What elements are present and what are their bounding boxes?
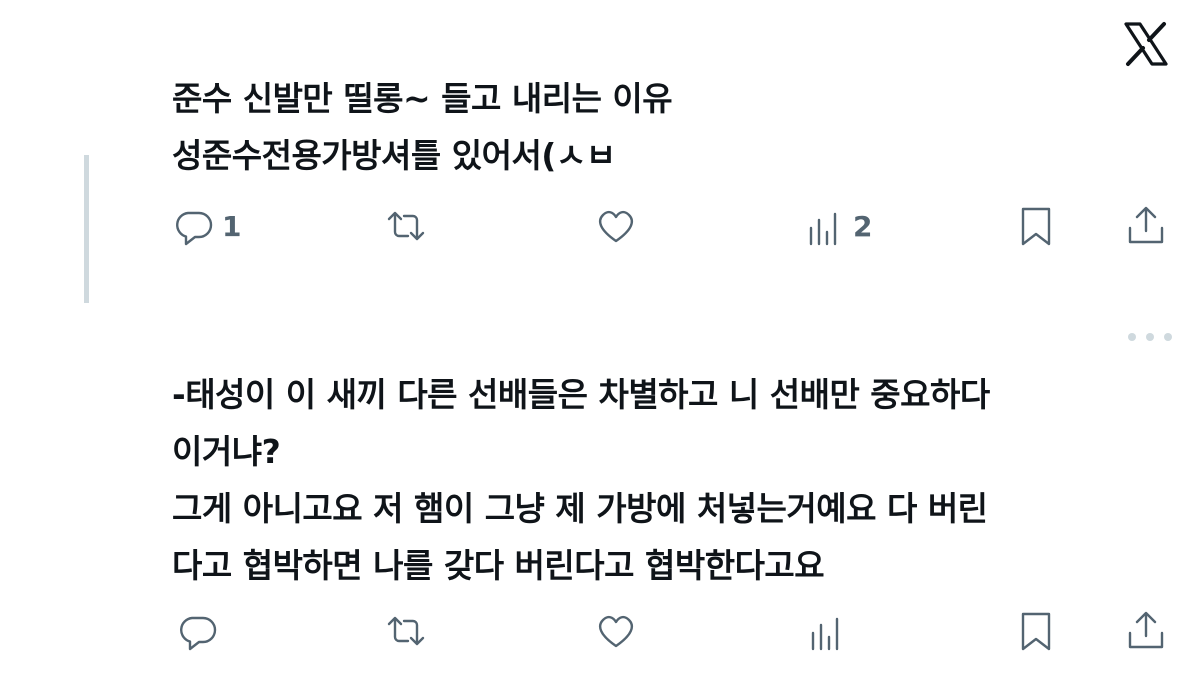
retweet-button[interactable] [384,204,428,248]
like-button[interactable] [594,609,638,653]
bookmark-icon [1021,612,1051,651]
like-button[interactable] [594,204,638,248]
views-icon [809,212,837,246]
reply-button[interactable]: 1 [172,204,241,248]
tweet-text: 준수 신발만 띨롱~ 들고 내리는 이유 성준수전용가방셔틀 있어서(ㅅㅂ [172,79,673,175]
bookmark-button[interactable] [1015,609,1059,653]
more-options-icon[interactable] [1128,326,1172,348]
x-logo-icon[interactable] [1122,20,1170,68]
views-button[interactable] [805,609,849,653]
bookmark-button[interactable] [1015,204,1059,248]
reply-button[interactable] [176,609,220,653]
retweet-button[interactable] [384,609,428,653]
heart-icon [599,210,633,243]
share-icon [1128,206,1164,244]
bookmark-icon [1021,207,1051,246]
views-icon [811,617,839,651]
retweet-icon [387,616,425,646]
reply-count: 1 [222,209,242,243]
heart-icon [599,615,633,648]
reply-icon [176,211,213,246]
tweet-text: -태성이 이 새끼 다른 선배들은 차별하고 니 선배만 중요하다 이거냐? 그… [172,375,990,585]
share-button[interactable] [1124,204,1168,248]
share-button[interactable] [1124,609,1168,653]
retweet-icon [387,211,425,241]
thread-connector-line [84,155,89,303]
share-icon [1128,611,1164,649]
view-count: 2 [853,209,873,243]
reply-icon [180,616,217,651]
views-button[interactable]: 2 [803,204,872,248]
